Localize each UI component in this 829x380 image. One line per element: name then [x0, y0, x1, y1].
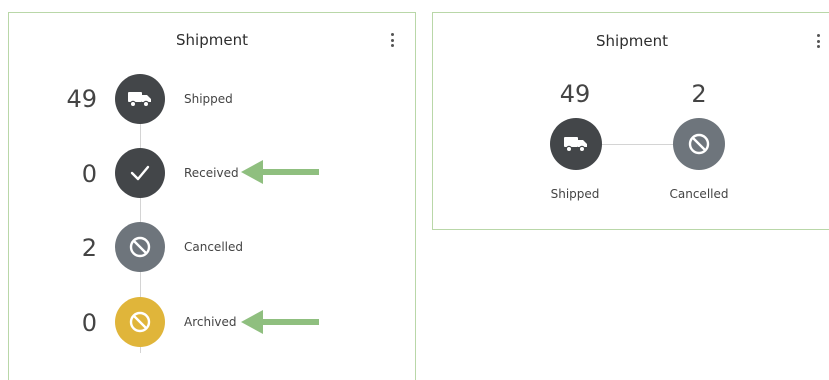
status-circle-cancelled[interactable] [115, 222, 165, 272]
status-count-shipped: 49 [66, 85, 97, 113]
status-count-received: 0 [81, 160, 97, 188]
more-options-icon[interactable] [816, 34, 820, 48]
status-label-received: Received [184, 166, 239, 180]
status-label-archived: Archived [184, 315, 237, 329]
status-circle-cancelled[interactable] [673, 118, 725, 170]
status-label-cancelled: Cancelled [669, 187, 729, 201]
cancel-icon [688, 133, 710, 155]
status-count-cancelled: 2 [81, 234, 97, 262]
truck-icon [564, 137, 587, 153]
truck-icon [128, 92, 151, 108]
shipment-card-horizontal: Shipment 49 Shipped 2 Cancelled [432, 12, 829, 230]
status-circle-received[interactable] [115, 148, 165, 198]
status-count-shipped: 49 [559, 80, 591, 108]
status-label-cancelled: Cancelled [184, 240, 243, 254]
shipment-card-vertical: Shipment 49 Shipped 0 Received 2 Cancell… [8, 12, 416, 380]
cancel-icon [129, 236, 151, 258]
status-label-shipped: Shipped [184, 92, 233, 106]
card-title: Shipment [176, 31, 248, 49]
more-options-icon[interactable] [390, 33, 394, 47]
status-circle-shipped[interactable] [550, 118, 602, 170]
status-label-shipped: Shipped [550, 187, 600, 201]
status-count-archived: 0 [81, 309, 97, 337]
annotation-arrow-archived [241, 310, 319, 334]
status-count-cancelled: 2 [691, 80, 707, 108]
check-icon [130, 165, 150, 181]
status-circle-shipped[interactable] [115, 74, 165, 124]
status-circle-archived[interactable] [115, 297, 165, 347]
annotation-arrow-received [241, 160, 319, 184]
cancel-icon [129, 311, 151, 333]
card-title: Shipment [596, 32, 668, 50]
